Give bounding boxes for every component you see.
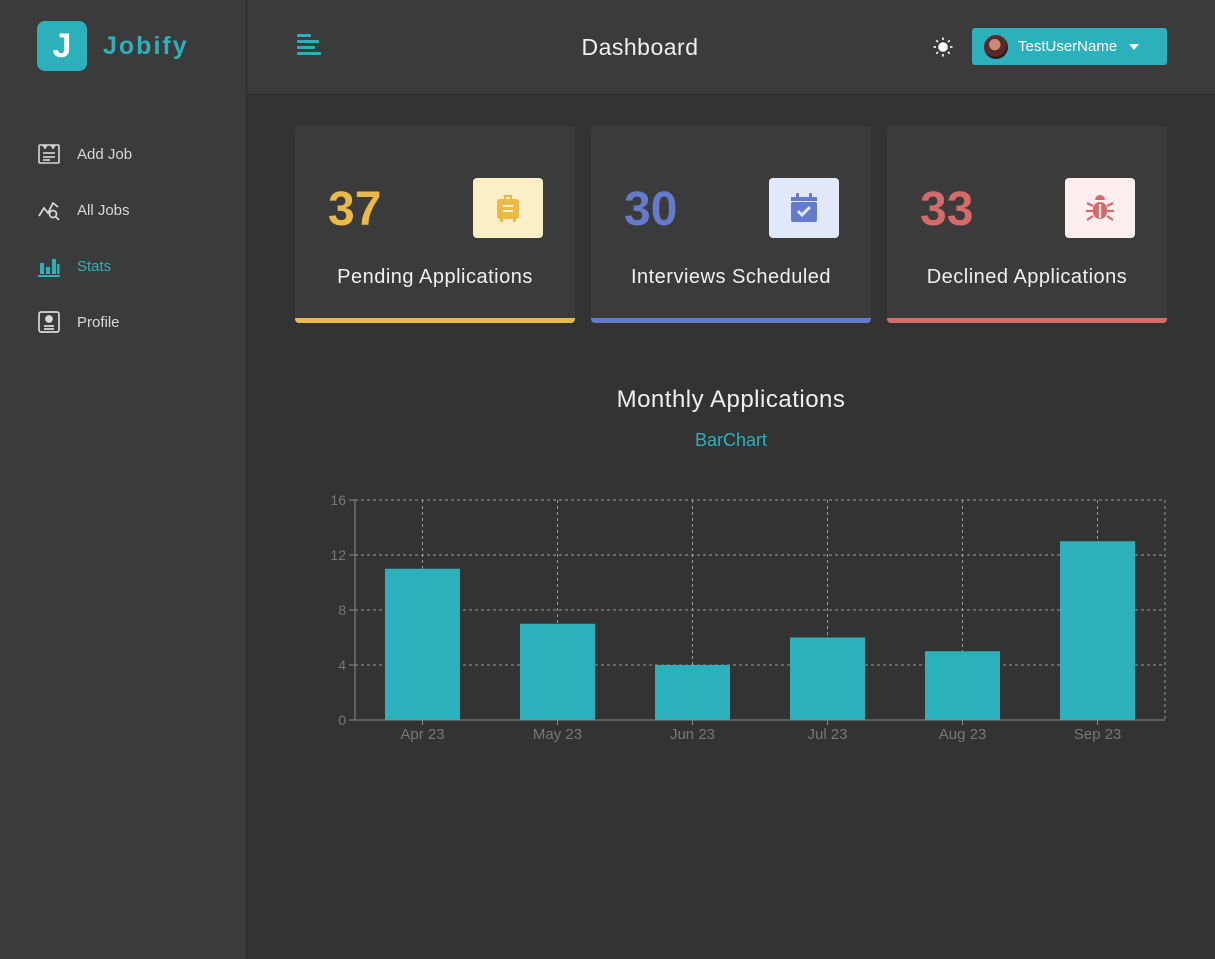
sidebar-item-label: Add Job (77, 145, 133, 163)
stat-count: 37 (328, 183, 382, 236)
logo-text: Jobify (103, 31, 189, 60)
sidebar-item-label: All Jobs (77, 201, 130, 219)
top-navbar: Dashboard TestUserName (247, 0, 1215, 95)
bar (385, 568, 460, 720)
x-tick-label: Jul 23 (807, 726, 847, 743)
bar (655, 665, 730, 720)
stat-label: Pending Applications (337, 266, 533, 288)
sidebar: J Jobify Add Job All Jobs Stats Profile (0, 0, 247, 959)
avatar (984, 34, 1008, 59)
y-tick-label: 12 (330, 547, 346, 563)
sidebar-item-add-job[interactable]: Add Job (37, 140, 132, 168)
chart-title: Monthly Applications (616, 386, 846, 413)
stat-underline (887, 318, 1167, 323)
sidebar-nav: Add Job All Jobs Stats Profile (37, 140, 132, 364)
y-tick-label: 8 (338, 602, 346, 618)
stat-card-interviews: 30 Interviews Scheduled (591, 126, 871, 323)
stat-count: 33 (920, 183, 974, 236)
sidebar-item-label: Stats (77, 257, 112, 275)
bug-icon (1065, 178, 1135, 238)
page-title: Dashboard (581, 34, 699, 60)
bar-chart: 0 4 8 12 16 Apr 23 May 23 Jun 23 Jul 23 Aug 23 Sep… (330, 492, 1166, 743)
y-tick-label: 0 (338, 712, 346, 728)
stat-card-declined: 33 Declined Applications (887, 126, 1167, 323)
user-menu-button[interactable]: TestUserName (972, 28, 1167, 65)
calendar-check-icon (769, 178, 839, 238)
stat-card-pending: 37 Pending Applications (295, 126, 575, 323)
y-tick-label: 4 (338, 657, 346, 673)
username: TestUserName (1018, 38, 1118, 55)
bar (790, 637, 865, 720)
stat-underline (591, 318, 871, 323)
x-tick-label: Apr 23 (400, 726, 444, 743)
suitcase-icon (473, 178, 543, 238)
x-tick-label: Aug 23 (939, 726, 987, 743)
bar (520, 623, 595, 720)
sidebar-item-stats[interactable]: Stats (37, 252, 132, 280)
stat-label: Interviews Scheduled (630, 266, 832, 288)
caret-down-icon (1129, 43, 1140, 50)
bar (1060, 541, 1135, 720)
stats-icon (37, 254, 61, 278)
sidebar-item-profile[interactable]: Profile (37, 308, 132, 336)
sidebar-item-label: Profile (77, 313, 120, 331)
stat-count: 30 (624, 183, 678, 236)
stat-underline (295, 318, 575, 323)
logo-icon: J (37, 21, 87, 71)
profile-icon (37, 310, 61, 334)
y-tick-label: 16 (330, 492, 346, 508)
all-jobs-icon (37, 198, 61, 222)
x-tick-label: Sep 23 (1074, 726, 1122, 743)
bar (925, 651, 1000, 720)
chart-type-toggle[interactable]: BarChart (247, 430, 1215, 451)
stat-label: Declined Applications (926, 266, 1128, 288)
logo[interactable]: J Jobify (37, 21, 189, 71)
add-job-icon (37, 142, 61, 166)
x-tick-label: May 23 (533, 726, 582, 743)
x-tick-label: Jun 23 (670, 726, 715, 743)
sun-icon[interactable] (931, 35, 955, 59)
sidebar-item-all-jobs[interactable]: All Jobs (37, 196, 132, 224)
